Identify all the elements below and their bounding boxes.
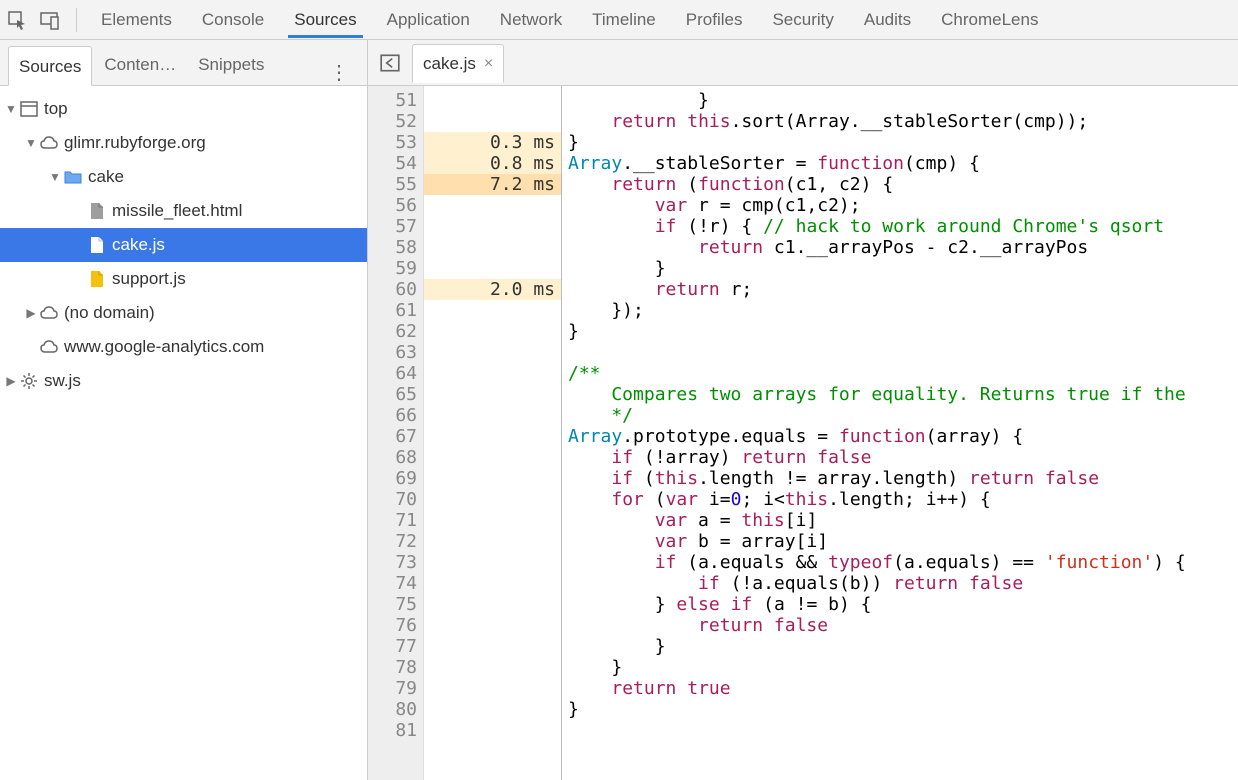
file-white-icon [86, 236, 108, 254]
top-tab-profiles[interactable]: Profiles [680, 2, 749, 38]
tree-item-top[interactable]: ▼ top [0, 92, 367, 126]
left-tab-sources[interactable]: Sources [8, 46, 92, 86]
tree-item--no-domain-[interactable]: ▶ (no domain) [0, 296, 367, 330]
tree-item-sw-js[interactable]: ▶ sw.js [0, 364, 367, 398]
device-mode-icon[interactable] [40, 11, 58, 29]
disclosure-triangle[interactable]: ▶ [4, 374, 18, 388]
close-tab-icon[interactable]: × [484, 55, 493, 73]
file-yellow-icon [86, 270, 108, 288]
tree-item-label: support.js [112, 269, 186, 289]
cloud-icon [38, 135, 60, 151]
more-options-icon[interactable]: ⋮ [319, 60, 359, 85]
top-tab-security[interactable]: Security [766, 2, 839, 38]
left-subtabs: SourcesConten…Snippets ⋮ [0, 40, 367, 86]
code-editor[interactable]: 5152535455565758596061626364656667686970… [368, 86, 1238, 780]
top-tab-console[interactable]: Console [196, 2, 270, 38]
top-tab-application[interactable]: Application [381, 2, 476, 38]
window-icon [18, 101, 40, 117]
file-tab[interactable]: cake.js × [412, 44, 504, 83]
cloud-icon [38, 339, 60, 355]
tree-item-label: missile_fleet.html [112, 201, 242, 221]
cloud-icon [38, 305, 60, 321]
tree-item-support-js[interactable]: support.js [0, 262, 367, 296]
file-tab-label: cake.js [423, 54, 476, 74]
gear-icon [18, 372, 40, 390]
disclosure-triangle[interactable]: ▶ [24, 306, 38, 320]
left-tab-snippets[interactable]: Snippets [188, 45, 274, 85]
tree-item-missile-fleet-html[interactable]: missile_fleet.html [0, 194, 367, 228]
tree-item-label: sw.js [44, 371, 81, 391]
left-tab-conten[interactable]: Conten… [94, 45, 186, 85]
editor-header: cake.js × [368, 40, 1238, 86]
tree-item-www-google-analytics-com[interactable]: www.google-analytics.com [0, 330, 367, 364]
top-tab-timeline[interactable]: Timeline [586, 2, 662, 38]
tree-item-label: glimr.rubyforge.org [64, 133, 206, 153]
top-tab-elements[interactable]: Elements [95, 2, 178, 38]
tree-item-label: cake [88, 167, 124, 187]
line-number-gutter: 5152535455565758596061626364656667686970… [368, 86, 424, 780]
timing-gutter: 0.3 ms0.8 ms7.2 ms2.0 ms [424, 86, 562, 780]
code-content[interactable]: } return this.sort(Array.__stableSorter(… [562, 86, 1238, 780]
disclosure-triangle[interactable]: ▼ [24, 136, 38, 150]
top-tab-sources[interactable]: Sources [288, 2, 362, 38]
disclosure-triangle[interactable]: ▼ [4, 102, 18, 116]
top-tab-chromelens[interactable]: ChromeLens [935, 2, 1044, 38]
top-tab-audits[interactable]: Audits [858, 2, 917, 38]
right-pane: cake.js × 515253545556575859606162636465… [368, 40, 1238, 780]
toolbar-separator [76, 8, 77, 32]
file-grey-icon [86, 202, 108, 220]
file-tree[interactable]: ▼ top ▼ glimr.rubyforge.org ▼ cake missile_fle… [0, 86, 367, 404]
tree-item-label: (no domain) [64, 303, 155, 323]
tree-item-label: www.google-analytics.com [64, 337, 264, 357]
tree-item-cake[interactable]: ▼ cake [0, 160, 367, 194]
left-pane: SourcesConten…Snippets ⋮ ▼ top ▼ glimr.ruby… [0, 40, 368, 780]
top-tab-network[interactable]: Network [494, 2, 568, 38]
nav-toggle-icon[interactable] [376, 49, 404, 77]
tree-item-cake-js[interactable]: cake.js [0, 228, 367, 262]
folder-icon [62, 169, 84, 185]
tree-item-label: top [44, 99, 68, 119]
tree-item-glimr-rubyforge-org[interactable]: ▼ glimr.rubyforge.org [0, 126, 367, 160]
devtools-top-toolbar: Elements Console Sources Application Network… [0, 0, 1238, 40]
tree-item-label: cake.js [112, 235, 165, 255]
disclosure-triangle[interactable]: ▼ [48, 170, 62, 184]
inspect-element-icon[interactable] [8, 11, 26, 29]
top-tabs-container: Elements Console Sources Application Network… [95, 2, 1044, 38]
